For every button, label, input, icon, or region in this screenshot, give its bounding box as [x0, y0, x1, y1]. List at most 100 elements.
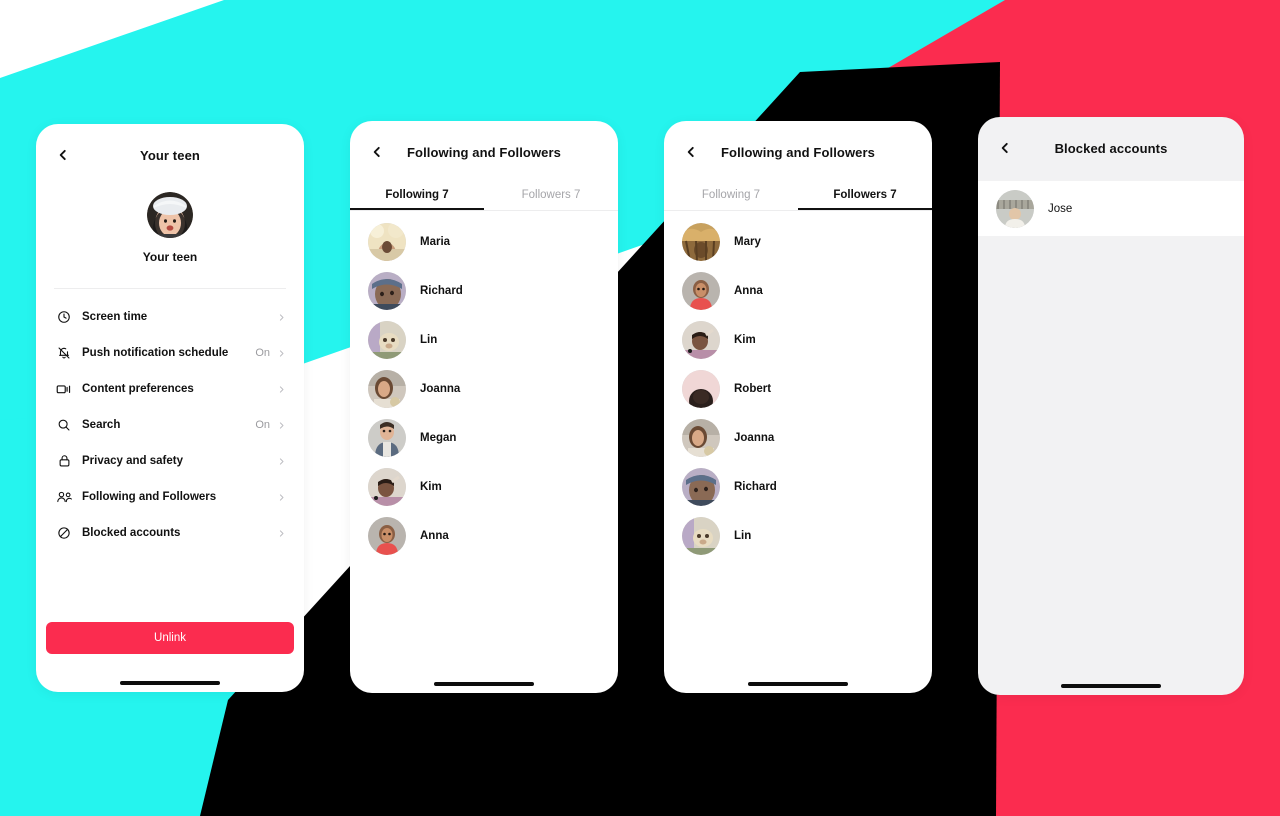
list-item[interactable]: Robert	[664, 364, 932, 413]
avatar-jose	[996, 189, 1034, 228]
list-item[interactable]: Kim	[664, 315, 932, 364]
followers-list: Mary Anna Kim Robert Joanna Richard Lin	[664, 211, 932, 560]
menu-item-label: Push notification schedule	[82, 347, 229, 359]
back-button[interactable]	[364, 139, 390, 165]
user-name: Anna	[734, 284, 763, 297]
bell-off-icon	[54, 343, 74, 363]
user-name: Lin	[420, 333, 438, 346]
avatar-megan	[368, 418, 406, 457]
tab-followers[interactable]: Followers 7	[798, 183, 932, 210]
chevron-left-icon	[59, 149, 66, 161]
back-button[interactable]	[50, 142, 76, 168]
chevron-right-icon	[276, 492, 286, 502]
profile-name: Your teen	[142, 250, 198, 264]
list-item[interactable]: Lin	[664, 511, 932, 560]
user-name: Richard	[420, 284, 463, 297]
navbar: Following and Followers	[664, 121, 932, 183]
user-name: Joanna	[420, 382, 461, 395]
home-indicator	[748, 682, 848, 686]
list-item[interactable]: Anna	[350, 511, 618, 560]
list-item[interactable]: Kim	[350, 462, 618, 511]
home-indicator	[1061, 684, 1161, 688]
list-item[interactable]: Mary	[664, 217, 932, 266]
avatar-anna	[682, 271, 720, 310]
list-item[interactable]: Jose	[978, 181, 1244, 236]
avatar-anna	[368, 516, 406, 555]
search-icon	[54, 415, 74, 435]
menu-item-label: Following and Followers	[82, 491, 217, 503]
list-item[interactable]: Anna	[664, 266, 932, 315]
tab-following[interactable]: Following 7	[664, 183, 798, 210]
clock-icon	[54, 307, 74, 327]
back-button[interactable]	[678, 139, 704, 165]
avatar-joanna	[682, 418, 720, 457]
list-item[interactable]: Lin	[350, 315, 618, 364]
avatar-kim	[368, 467, 406, 506]
phone-screen-your-teen: Your teen Your teen Screen time Push not…	[36, 124, 304, 692]
chevron-right-icon	[276, 528, 286, 538]
user-name: Robert	[734, 382, 772, 395]
chevron-right-icon	[276, 420, 286, 430]
list-item[interactable]: Richard	[350, 266, 618, 315]
user-name: Jose	[1048, 202, 1073, 215]
user-name: Megan	[420, 431, 457, 444]
menu-item-value: On	[255, 347, 270, 359]
navbar: Following and Followers	[350, 121, 618, 183]
tab-followers[interactable]: Followers 7	[484, 183, 618, 210]
avatar-kim	[682, 320, 720, 359]
teen-avatar[interactable]	[147, 192, 193, 238]
chevron-left-icon	[373, 146, 380, 158]
chevron-left-icon	[687, 146, 694, 158]
unlink-button-wrap: Unlink	[36, 622, 304, 654]
menu-item-push-notification-schedule[interactable]: Push notification schedule On	[36, 335, 304, 371]
following-list: Maria Richard Lin Joanna Megan Kim Anna	[350, 211, 618, 560]
back-button[interactable]	[992, 135, 1018, 161]
user-name: Anna	[420, 529, 449, 542]
people-icon	[54, 487, 74, 507]
block-icon	[54, 523, 74, 543]
avatar-richard	[682, 467, 720, 506]
user-name: Lin	[734, 529, 752, 542]
chevron-right-icon	[276, 312, 286, 322]
page-title: Your teen	[140, 147, 200, 163]
screenshot-stage: Your teen Your teen Screen time Push not…	[0, 0, 1280, 816]
menu-item-content-preferences[interactable]: Content preferences	[36, 371, 304, 407]
user-name: Joanna	[734, 431, 775, 444]
settings-menu: Screen time Push notification schedule O…	[36, 289, 304, 551]
avatar-richard	[368, 271, 406, 310]
avatar-lin	[368, 320, 406, 359]
menu-item-label: Blocked accounts	[82, 527, 181, 539]
user-name: Maria	[420, 235, 451, 248]
home-indicator	[120, 681, 220, 685]
list-item[interactable]: Joanna	[664, 413, 932, 462]
page-title: Following and Followers	[407, 144, 561, 160]
avatar-maria	[368, 222, 406, 261]
navbar: Blocked accounts	[978, 117, 1244, 179]
list-item[interactable]: Joanna	[350, 364, 618, 413]
video-icon	[54, 379, 74, 399]
menu-item-screen-time[interactable]: Screen time	[36, 299, 304, 335]
phone-screen-blocked-accounts: Blocked accounts Jose	[978, 117, 1244, 695]
menu-item-search[interactable]: Search On	[36, 407, 304, 443]
list-item[interactable]: Maria	[350, 217, 618, 266]
list-item[interactable]: Richard	[664, 462, 932, 511]
list-item[interactable]: Megan	[350, 413, 618, 462]
menu-item-blocked-accounts[interactable]: Blocked accounts	[36, 515, 304, 551]
tab-following[interactable]: Following 7	[350, 183, 484, 210]
blocked-accounts-list: Jose	[978, 181, 1244, 236]
chevron-right-icon	[276, 348, 286, 358]
tab-bar: Following 7 Followers 7	[350, 183, 618, 210]
avatar-robert	[682, 369, 720, 408]
menu-item-label: Privacy and safety	[82, 455, 184, 467]
menu-item-following-and-followers[interactable]: Following and Followers	[36, 479, 304, 515]
user-name: Kim	[734, 333, 756, 346]
avatar-lin	[682, 516, 720, 555]
user-name: Mary	[734, 235, 761, 248]
home-indicator	[434, 682, 534, 686]
menu-item-privacy-and-safety[interactable]: Privacy and safety	[36, 443, 304, 479]
tab-bar: Following 7 Followers 7	[664, 183, 932, 210]
profile-block: Your teen	[36, 186, 304, 264]
menu-item-value: On	[255, 419, 270, 431]
unlink-button[interactable]: Unlink	[46, 622, 294, 654]
page-title: Following and Followers	[721, 144, 875, 160]
